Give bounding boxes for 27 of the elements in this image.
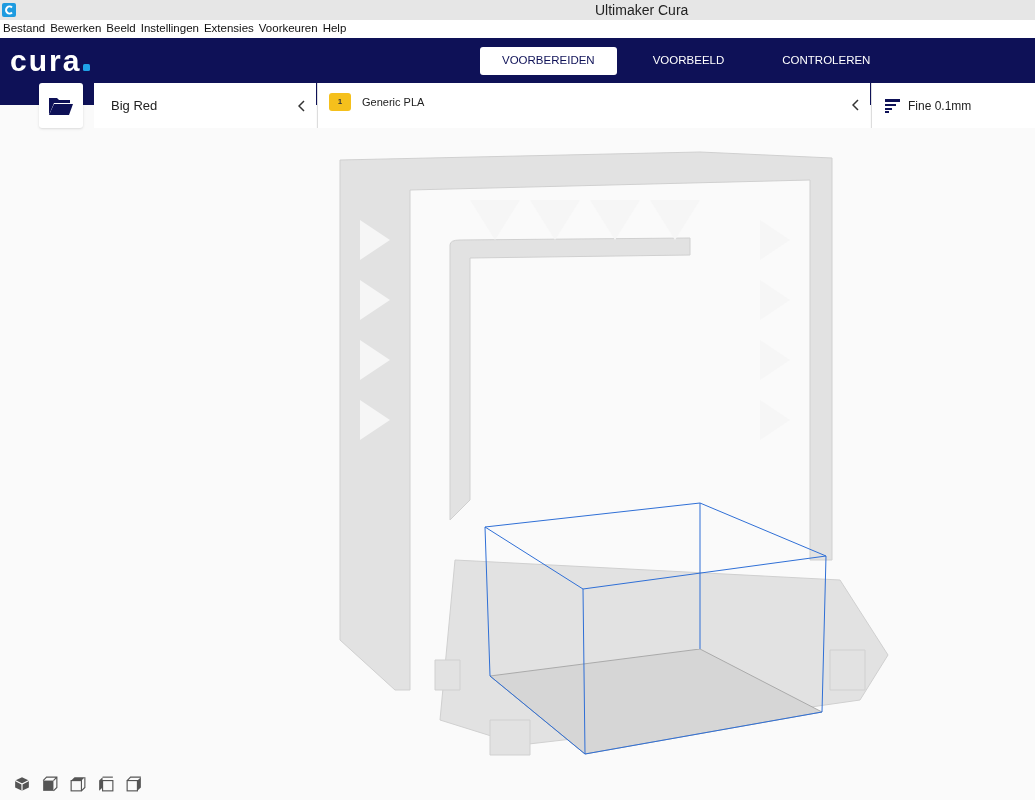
- settings-bars-icon: [885, 98, 900, 113]
- menu-item[interactable]: Help: [322, 20, 347, 38]
- chevron-left-icon: [852, 99, 860, 111]
- stage-tab[interactable]: CONTROLEREN: [760, 47, 893, 75]
- menu-item[interactable]: Bestand: [3, 20, 46, 38]
- menu-item[interactable]: Extensies: [203, 20, 254, 38]
- cube-top-view-icon[interactable]: [70, 776, 86, 792]
- menu-item[interactable]: Instellingen: [140, 20, 199, 38]
- cube-3d-view-icon[interactable]: [14, 776, 30, 792]
- menu-item[interactable]: Bewerken: [50, 20, 102, 38]
- app-icon: [2, 3, 16, 17]
- menu-item[interactable]: Voorkeuren: [258, 20, 318, 38]
- extruder-badge: 1: [329, 93, 351, 111]
- folder-icon: [48, 95, 74, 116]
- cube-right-view-icon[interactable]: [126, 776, 142, 792]
- cube-left-view-icon[interactable]: [98, 776, 114, 792]
- stage-tab[interactable]: VOORBEREIDEN: [480, 47, 617, 75]
- menu-item[interactable]: Beeld: [106, 20, 136, 38]
- material-selector[interactable]: 1 Generic PLA: [317, 83, 870, 128]
- cura-logo: cura: [10, 44, 82, 78]
- printer-selector[interactable]: Big Red: [94, 83, 316, 128]
- stage-tab[interactable]: VOORBEELD: [630, 47, 747, 75]
- cube-front-view-icon[interactable]: [42, 776, 58, 792]
- open-file-button[interactable]: [39, 83, 83, 128]
- window-title: Ultimaker Cura: [595, 0, 689, 20]
- print-profile-selector[interactable]: Fine 0.1mm: [871, 83, 1035, 128]
- chevron-left-icon: [298, 99, 306, 112]
